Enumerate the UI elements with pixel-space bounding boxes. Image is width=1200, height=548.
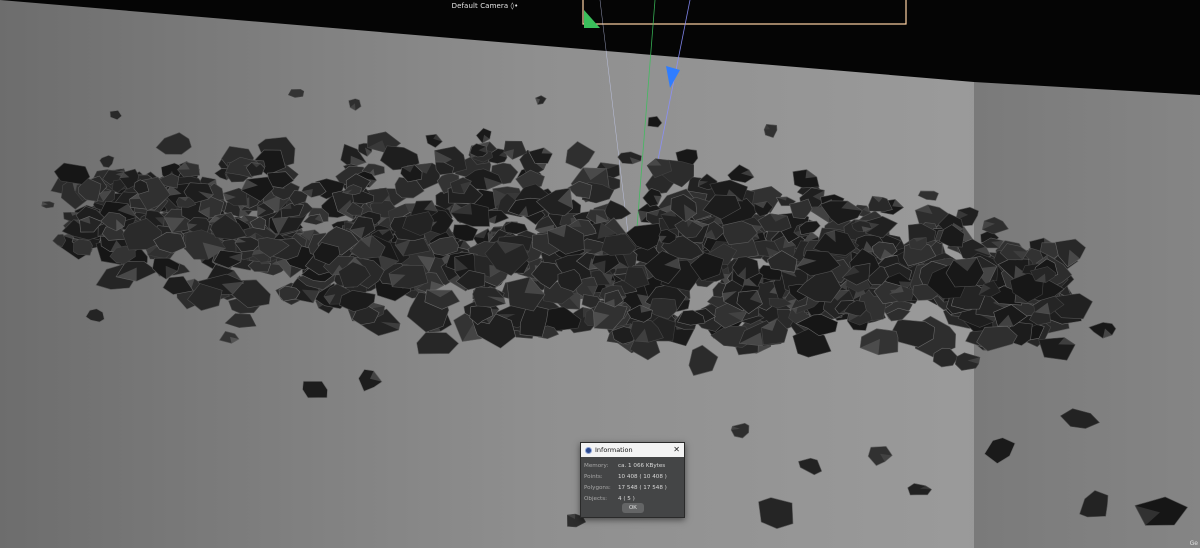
close-icon[interactable]: ✕ (673, 445, 680, 455)
memory-value: ca. 1 066 KBytes (618, 462, 666, 469)
memory-row: Memory: ca. 1 066 KBytes (584, 460, 681, 471)
ok-button[interactable]: OK (622, 503, 644, 513)
points-row: Points: 10 408 ( 10 408 ) (584, 471, 681, 482)
polygons-value: 17 548 ( 17 548 ) (618, 484, 667, 491)
dialog-titlebar[interactable]: Information ✕ (581, 443, 684, 457)
points-value: 10 408 ( 10 408 ) (618, 473, 667, 480)
polygons-label: Polygons: (584, 484, 611, 491)
dialog-title: Information (595, 446, 633, 454)
rock (73, 238, 93, 256)
corner-label: Ge (1189, 540, 1198, 547)
points-label: Points: (584, 473, 603, 480)
objects-value: 4 ( 5 ) (618, 495, 635, 502)
polygons-row: Polygons: 17 548 ( 17 548 ) (584, 482, 681, 493)
information-dialog[interactable]: Information ✕ Memory: ca. 1 066 KBytes P… (580, 442, 685, 518)
memory-label: Memory: (584, 462, 609, 469)
objects-label: Objects: (584, 495, 608, 502)
app-icon (585, 446, 592, 454)
rock (302, 380, 328, 399)
camera-label[interactable]: Default Camera ◊• (0, 2, 970, 10)
3d-viewport[interactable]: Default Camera ◊• Ge Information ✕ Memor… (0, 0, 1200, 548)
dialog-body: Memory: ca. 1 066 KBytes Points: 10 408 … (581, 457, 684, 504)
